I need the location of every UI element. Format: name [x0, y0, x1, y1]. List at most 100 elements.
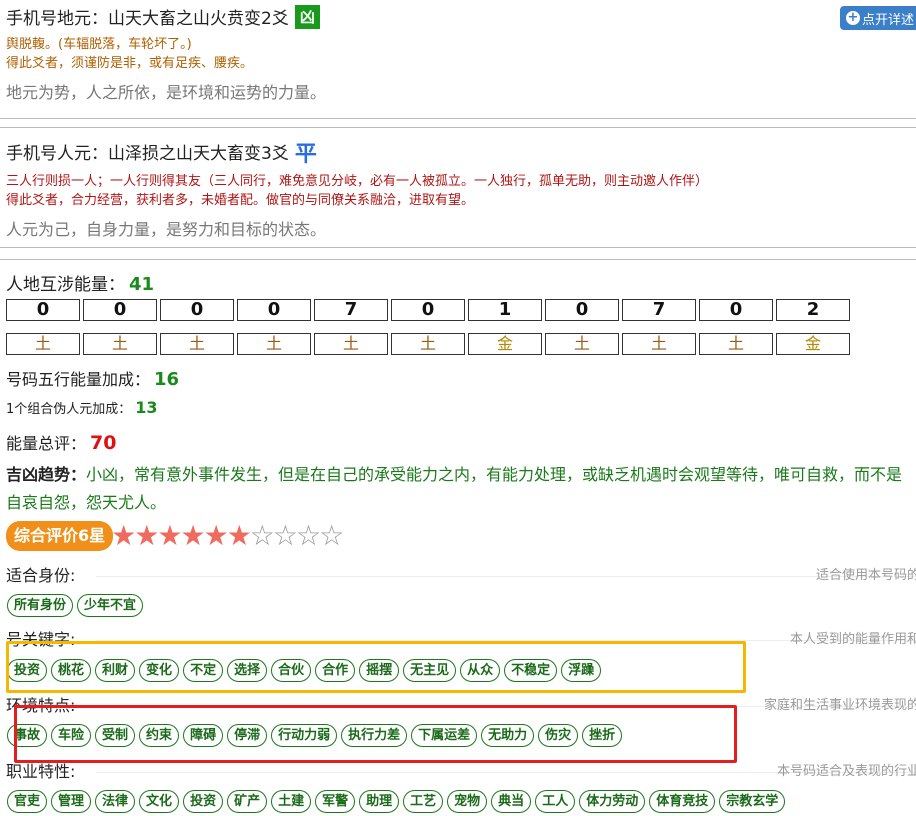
tag-list: 所有身份 少年不宜 — [7, 594, 144, 617]
star-empty-icon: ☆ — [272, 519, 299, 552]
divider — [0, 247, 916, 248]
tag-pill[interactable]: 工人 — [535, 790, 576, 813]
star-filled-icon: ★ — [203, 519, 229, 552]
digit-cell: 0 — [545, 299, 619, 321]
star-empty-icon: ☆ — [319, 519, 345, 552]
energy-value: 41 — [129, 274, 155, 295]
total-row: 能量总评： 70 — [6, 430, 916, 454]
element-cell: 土 — [622, 333, 696, 355]
tag-pill[interactable]: 土建 — [271, 790, 312, 813]
category-description: 家庭和生活事业环境表现的特点 — [763, 698, 916, 713]
tag-pill[interactable]: 法律 — [95, 790, 136, 813]
star-empty-icon: ☆ — [249, 519, 275, 552]
tag-pill[interactable]: 官吏 — [7, 790, 48, 813]
element-cell: 土 — [160, 333, 234, 355]
tag-pill[interactable]: 矿产 — [227, 790, 268, 813]
tag-pill[interactable]: 管理 — [51, 790, 92, 813]
tag-pill[interactable]: 少年不宜 — [77, 594, 144, 617]
digit-cell: 0 — [83, 299, 157, 321]
wuxing-bonus-label: 号码五行能量加成： — [6, 370, 151, 389]
star-rating: ★★★★★★☆☆☆☆ — [111, 522, 344, 550]
human-title: 手机号人元：山泽损之山天大畜变3爻 — [6, 144, 289, 164]
element-cell: 土 — [545, 333, 619, 355]
tag-pill[interactable]: 工艺 — [403, 790, 444, 813]
element-cell: 土 — [6, 333, 80, 355]
divider — [0, 127, 916, 128]
category-header: 适合身份: 适合使用本号码的人群 — [6, 562, 916, 585]
category-label: 适合身份: — [6, 566, 76, 585]
star-filled-icon: ★ — [157, 519, 183, 552]
fortune-row: 吉凶趋势：小凶，常有意外事件发生，但是在自己的承受能力之内，有能力处理，或缺乏机… — [6, 461, 916, 517]
wuxing-bonus-row: 号码五行能量加成： 16 — [6, 366, 916, 390]
digit-cell: 1 — [468, 299, 542, 321]
combo-bonus-row: 1个组合伪人元加成： 13 — [6, 398, 916, 417]
element-cell: 土 — [699, 333, 773, 355]
tag-pill[interactable]: 宠物 — [447, 790, 488, 813]
star-filled-icon: ★ — [226, 519, 252, 552]
fortune-label: 吉凶趋势： — [6, 465, 87, 484]
tag-pill[interactable]: 助理 — [359, 790, 400, 813]
category-description: 本人受到的能量作用和体现 — [789, 632, 916, 647]
tag-pill[interactable]: 投资 — [183, 790, 224, 813]
human-verdict-badge: 平 — [294, 142, 317, 167]
digit-cell: 7 — [314, 299, 388, 321]
tag-pill[interactable]: 体育竞技 — [649, 790, 716, 813]
digit-grid: 00007010702 — [6, 299, 850, 321]
earth-section: 手机号地元：山天大畜之山火贲变2爻凶 舆脱輹。(车辐脱落，车轮坏了。) 得此爻者… — [6, 4, 916, 103]
human-summary: 人元为己，自身力量，是努力和目标的状态。 — [6, 220, 327, 239]
element-cell: 土 — [237, 333, 311, 355]
tag-pill[interactable]: 典当 — [491, 790, 532, 813]
digit-cell: 7 — [622, 299, 696, 321]
category-description: 本号码适合及表现的行业特性 — [776, 764, 916, 779]
element-cell: 土 — [83, 333, 157, 355]
earth-line2: 得此爻者，须谨防是非，或有足疾、腰疾。 — [6, 56, 254, 71]
earth-verdict-badge: 凶 — [294, 5, 320, 29]
highlight-box-keywords — [6, 641, 746, 693]
tag-pill[interactable]: 体力劳动 — [579, 790, 646, 813]
digit-cell: 0 — [6, 299, 80, 321]
earth-summary: 地元为势，人之所依，是环境和运势的力量。 — [6, 83, 327, 102]
divider — [0, 259, 916, 260]
element-cell: 金 — [776, 333, 850, 355]
human-title-row: 手机号人元：山泽损之山天大畜变3爻平 — [6, 136, 916, 168]
human-section: 手机号人元：山泽损之山天大畜变3爻平 三人行则损一人；一人行则得其友（三人同行，… — [6, 136, 916, 240]
star-empty-icon: ☆ — [296, 519, 322, 552]
energy-label: 人地互涉能量： — [6, 275, 125, 295]
human-line2: 得此爻者，合力经营，获利者多，未婚者配。做官的与同僚关系融洽，进取有望。 — [6, 193, 475, 208]
star-filled-icon: ★ — [111, 519, 137, 552]
category-divider — [96, 576, 916, 577]
total-label: 能量总评： — [6, 434, 87, 453]
digit-cell: 0 — [391, 299, 465, 321]
digit-cell: 2 — [776, 299, 850, 321]
human-line1: 三人行则损一人；一人行则得其友（三人同行，难免意见分岐，必有一人被孤立。一人独行… — [6, 174, 709, 189]
tag-pill[interactable]: 宗教玄学 — [719, 790, 786, 813]
tag-pill[interactable]: 所有身份 — [7, 594, 74, 617]
earth-line1: 舆脱輹。(车辐脱落，车轮坏了。) — [6, 37, 192, 52]
category-description: 适合使用本号码的人群 — [815, 568, 916, 583]
digit-cell: 0 — [237, 299, 311, 321]
combo-bonus-value: 13 — [135, 398, 158, 417]
tag-pill[interactable]: 军警 — [315, 790, 356, 813]
earth-title-row: 手机号地元：山天大畜之山火贲变2爻凶 — [6, 4, 916, 29]
fortune-text: 小凶，常有意外事件发生，但是在自己的承受能力之内，有能力处理，或缺乏机遇时会观望… — [6, 465, 903, 512]
star-filled-icon: ★ — [134, 519, 160, 552]
star-filled-icon: ★ — [180, 519, 206, 552]
digit-cell: 0 — [160, 299, 234, 321]
element-cell: 土 — [391, 333, 465, 355]
digit-cell: 0 — [699, 299, 773, 321]
element-grid: 土土土土土土金土土土金 — [6, 333, 850, 355]
earth-title: 手机号地元：山天大畜之山火贲变2爻 — [6, 9, 289, 29]
highlight-box-environment — [14, 705, 737, 763]
fortune-block: 吉凶趋势：小凶，常有意外事件发生，但是在自己的承受能力之内，有能力处理，或缺乏机… — [6, 461, 911, 517]
wuxing-bonus-value: 16 — [154, 369, 180, 390]
element-cell: 土 — [314, 333, 388, 355]
total-value: 70 — [90, 432, 117, 454]
divider — [0, 118, 916, 119]
tag-pill[interactable]: 文化 — [139, 790, 180, 813]
energy-row: 人地互涉能量： 41 — [6, 270, 916, 295]
rating-row: 综合评价6星 ★★★★★★☆☆☆☆ — [6, 521, 916, 551]
tag-list: 官吏 管理 法律 文化 投资 矿产 土建 军警 助理 工艺 宠物 典当 工人 体力劳动 体育竞技 宗教玄学 — [7, 790, 786, 813]
combo-bonus-label: 1个组合伪人元加成： — [6, 402, 132, 417]
element-cell: 金 — [468, 333, 542, 355]
rating-badge: 综合评价6星 — [6, 521, 114, 551]
